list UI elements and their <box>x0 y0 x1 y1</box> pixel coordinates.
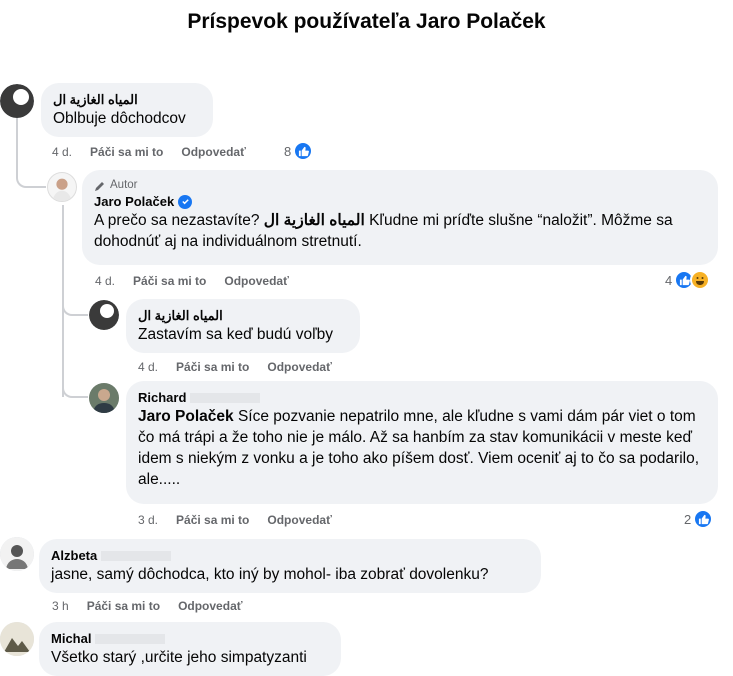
reply-button[interactable]: Odpovedať <box>181 145 245 159</box>
comment-author[interactable]: Michal <box>51 630 329 647</box>
like-button[interactable]: Páči sa mi to <box>176 360 249 374</box>
redaction <box>101 550 172 561</box>
reply-button[interactable]: Odpovedať <box>224 274 288 288</box>
avatar[interactable] <box>0 622 34 656</box>
reaction-number: 2 <box>684 511 692 527</box>
comment-author[interactable]: المياه الغازية ال <box>53 91 145 108</box>
comment-text: Všetko starý ,určite jeho simpatyzanti <box>51 649 307 666</box>
thread-line <box>16 118 18 170</box>
comment-bubble: Alzbeta jasne, samý dôchodca, kto iný by… <box>39 539 541 593</box>
reply-button[interactable]: Odpovedať <box>178 599 242 613</box>
verified-icon <box>178 194 193 209</box>
like-button[interactable]: Páči sa mi to <box>133 274 206 288</box>
redaction <box>95 633 166 644</box>
reaction-count[interactable]: 2 <box>684 509 714 529</box>
haha-reaction-icon <box>690 270 711 290</box>
comment-bubble: Autor Jaro Polaček A prečo sa nezastavít… <box>82 170 718 265</box>
page-title: Príspevok používateľa Jaro Polaček <box>187 10 546 33</box>
author-name-text[interactable]: Richard <box>138 389 186 406</box>
comment-text: Jaro Polaček Síce pozvanie nepatrilo mne… <box>138 406 706 490</box>
comment-text: jasne, samý dôchodca, kto iný by mohol- … <box>51 566 489 583</box>
avatar[interactable] <box>0 537 34 571</box>
comment-meta: 4 d. Páči sa mi to Odpovedať <box>138 360 332 374</box>
like-button[interactable]: Páči sa mi to <box>90 145 163 159</box>
comment-meta: 3 d. Páči sa mi to Odpovedať <box>138 513 332 527</box>
comment-time[interactable]: 4 d. <box>52 145 72 159</box>
comment-time[interactable]: 3 d. <box>138 513 158 527</box>
comment-meta: 4 d. Páči sa mi to Odpovedať <box>52 145 246 159</box>
comment-text: Oblbuje dôchodcov <box>53 110 186 127</box>
redaction <box>190 392 261 403</box>
author-badge-label: Autor <box>110 179 138 191</box>
like-button[interactable]: Páči sa mi to <box>176 513 249 527</box>
comment-bubble: Michal Všetko starý ,určite jeho simpaty… <box>39 622 341 676</box>
comment-author[interactable]: Jaro Polaček <box>94 193 706 210</box>
comment-text-part: A prečo sa nezastavíte? <box>94 212 260 229</box>
mention-link[interactable]: Jaro Polaček <box>138 408 234 425</box>
author-badge: Autor <box>94 178 706 193</box>
comment-time[interactable]: 4 d. <box>95 274 115 288</box>
author-name-text[interactable]: Alzbeta <box>51 547 97 564</box>
comment-bubble: Richard Jaro Polaček Síce pozvanie nepat… <box>126 381 718 504</box>
avatar[interactable] <box>0 84 34 118</box>
comment-bubble: المياه الغازية ال Oblbuje dôchodcov <box>41 83 213 137</box>
comment-bubble: المياه الغازية ال Zastavím sa keď budú v… <box>126 299 360 353</box>
reaction-count[interactable]: 4 <box>665 270 711 290</box>
like-button[interactable]: Páči sa mi to <box>87 599 160 613</box>
comment-meta: 4 d. Páči sa mi to Odpovedať <box>95 274 289 288</box>
avatar[interactable] <box>89 300 119 330</box>
reply-button[interactable]: Odpovedať <box>267 513 331 527</box>
comment-meta: 3 h Páči sa mi to Odpovedať <box>52 599 243 613</box>
thread-connector <box>62 382 88 398</box>
reaction-count[interactable]: 8 <box>284 141 314 161</box>
author-name-text[interactable]: Jaro Polaček <box>94 193 174 210</box>
avatar[interactable] <box>47 172 77 202</box>
comment-text: A prečo sa nezastavíte? المياه الغازية ا… <box>94 210 706 252</box>
thread-connector <box>16 166 46 188</box>
reaction-number: 8 <box>284 143 292 159</box>
reply-button[interactable]: Odpovedať <box>267 360 331 374</box>
comment-author[interactable]: المياه الغازية ال <box>138 307 234 324</box>
reaction-number: 4 <box>665 272 673 288</box>
avatar[interactable] <box>89 383 119 413</box>
comment-time[interactable]: 4 d. <box>138 360 158 374</box>
like-reaction-icon <box>693 509 714 529</box>
like-reaction-icon <box>293 141 314 161</box>
mention-link[interactable]: المياه الغازية ال <box>264 212 365 229</box>
comment-text: Zastavím sa keď budú voľby <box>138 326 333 343</box>
comment-author[interactable]: Richard <box>138 389 706 406</box>
comment-time[interactable]: 3 h <box>52 599 69 613</box>
comment-author[interactable]: Alzbeta <box>51 547 529 564</box>
thread-connector <box>62 300 88 316</box>
pencil-icon <box>95 181 104 191</box>
author-name-text[interactable]: Michal <box>51 630 91 647</box>
